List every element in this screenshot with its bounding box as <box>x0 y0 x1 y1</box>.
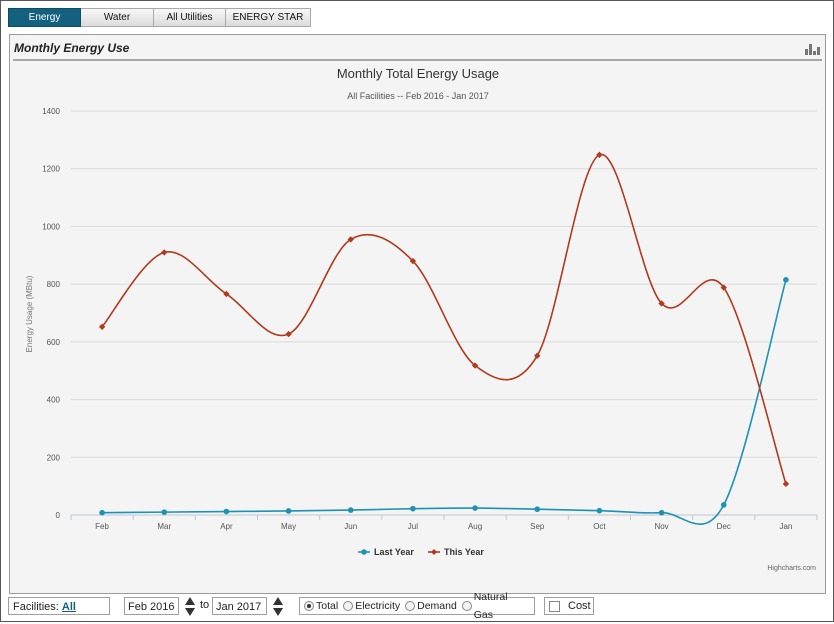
x-tick-label: Dec <box>717 522 731 531</box>
y-tick-label: 0 <box>56 511 61 520</box>
y-tick-label: 1200 <box>42 165 60 174</box>
cost-checkbox[interactable] <box>549 600 560 612</box>
data-point-last-year[interactable] <box>783 277 789 283</box>
to-date-input[interactable]: Jan 2017 <box>212 597 267 615</box>
x-tick-label: Mar <box>157 522 171 531</box>
y-tick-label: 600 <box>47 338 61 347</box>
radio-button[interactable] <box>343 601 354 611</box>
radio-demand[interactable]: Demand <box>405 597 457 615</box>
spinner-down-icon[interactable] <box>185 608 195 616</box>
data-point-last-year[interactable] <box>596 507 603 514</box>
to-label: to <box>200 599 210 611</box>
x-tick-label: Sep <box>530 522 545 531</box>
app-window: Energy Water All Utilities ENERGY STAR M… <box>0 0 834 622</box>
radio-label: Electricity <box>355 600 401 612</box>
x-tick-label: Jun <box>344 522 357 531</box>
spinner-up-icon[interactable] <box>273 597 283 605</box>
x-tick-label: Oct <box>593 522 606 531</box>
legend-label-last-year[interactable]: Last Year <box>374 547 414 557</box>
chart-title: Monthly Total Energy Usage <box>337 66 499 81</box>
tab-water[interactable]: Water <box>81 8 154 27</box>
chart-credit[interactable]: Highcharts.com <box>767 565 816 572</box>
x-tick-label: Aug <box>468 522 482 531</box>
tab-energy[interactable]: Energy <box>8 8 81 27</box>
filter-bar: Facilities: All Feb 2016 to Jan 2017 Tot… <box>1 591 834 621</box>
data-point-last-year[interactable] <box>285 508 292 514</box>
data-point-last-year[interactable] <box>347 507 354 513</box>
data-point-last-year[interactable] <box>534 506 541 513</box>
radio-electricity[interactable]: Electricity <box>343 597 400 615</box>
cost-toggle[interactable]: Cost <box>544 597 594 615</box>
data-point-last-year[interactable] <box>472 505 478 511</box>
data-point-this-year[interactable] <box>285 330 292 338</box>
legend-label-this-year[interactable]: This Year <box>444 547 484 557</box>
from-date-input[interactable]: Feb 2016 <box>124 597 179 615</box>
data-point-last-year[interactable] <box>720 502 727 508</box>
x-tick-label: Jul <box>408 522 418 531</box>
x-tick-label: Nov <box>654 522 668 531</box>
y-tick-label: 200 <box>47 453 61 462</box>
radio-label: Total <box>316 600 339 612</box>
spinner-up-icon[interactable] <box>185 597 195 605</box>
series-line-this-year <box>101 154 787 485</box>
data-point-this-year[interactable] <box>782 480 790 488</box>
y-tick-label: 1000 <box>42 222 60 231</box>
legend-marker-last-year[interactable] <box>361 549 367 555</box>
x-tick-label: Jan <box>779 522 792 531</box>
y-tick-label: 800 <box>47 280 61 289</box>
x-tick-label: May <box>281 522 296 531</box>
from-date-spinner[interactable] <box>185 597 196 617</box>
to-date-spinner[interactable] <box>273 597 284 617</box>
radio-label: Demand <box>417 600 457 612</box>
data-point-last-year[interactable] <box>658 509 665 516</box>
radio-natural-gas[interactable]: Natural Gas <box>461 588 529 624</box>
data-point-last-year[interactable] <box>410 505 416 512</box>
data-point-this-year[interactable] <box>161 249 168 256</box>
measure-radio-group: Total Electricity Demand Natural Gas <box>299 591 535 621</box>
cost-label: Cost <box>568 600 591 612</box>
facilities-label: Facilities: <box>13 601 59 613</box>
energy-usage-chart: Monthly Total Energy Usage All Facilitie… <box>25 66 818 572</box>
y-axis-label: Energy Usage (MBtu) <box>25 275 34 352</box>
data-point-last-year[interactable] <box>99 509 105 516</box>
radio-button[interactable] <box>405 601 416 611</box>
x-tick-label: Apr <box>220 522 233 531</box>
data-point-last-year[interactable] <box>223 508 230 515</box>
radio-label: Natural Gas <box>473 591 508 621</box>
radio-button[interactable] <box>304 601 314 611</box>
x-tick-label: Feb <box>95 522 109 531</box>
tab-all-utilities[interactable]: All Utilities <box>154 8 226 27</box>
chart-subtitle: All Facilities -- Feb 2016 - Jan 2017 <box>347 91 489 101</box>
y-tick-label: 1400 <box>42 107 60 116</box>
monthly-energy-panel: Monthly Energy Use Monthly Total Energy … <box>9 34 826 594</box>
data-point-last-year[interactable] <box>161 509 168 515</box>
y-tick-label: 400 <box>47 396 61 405</box>
tab-energy-star[interactable]: ENERGY STAR <box>226 8 311 27</box>
facilities-link[interactable]: All <box>62 601 76 613</box>
radio-button[interactable] <box>461 601 472 611</box>
utility-tabs: Energy Water All Utilities ENERGY STAR <box>8 8 311 27</box>
radio-total[interactable]: Total <box>304 597 338 615</box>
spinner-down-icon[interactable] <box>273 608 283 616</box>
legend-marker-this-year[interactable] <box>431 549 437 555</box>
facilities-selector[interactable]: Facilities: All <box>8 597 110 615</box>
